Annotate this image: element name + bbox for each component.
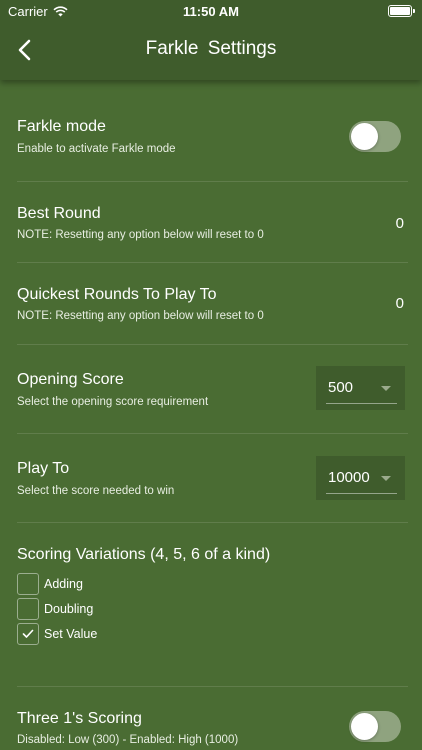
- opening-score-selected: 500: [328, 379, 354, 396]
- best-round-value: 0: [395, 215, 404, 232]
- checkbox-box: [17, 598, 39, 620]
- quickest-rounds-row: Quickest Rounds To Play To NOTE: Resetti…: [17, 263, 408, 345]
- three-ones-subtitle: Disabled: Low (300) - Enabled: High (100…: [17, 734, 239, 746]
- opening-score-title: Opening Score: [17, 371, 124, 388]
- best-round-title: Best Round: [17, 205, 101, 222]
- three-ones-title: Three 1's Scoring: [17, 710, 142, 727]
- scoring-variations-row: Scoring Variations (4, 5, 6 of a kind) A…: [17, 523, 408, 687]
- best-round-subtitle: NOTE: Resetting any option below will re…: [17, 229, 264, 241]
- checkbox-box: [17, 623, 39, 645]
- opening-score-subtitle: Select the opening score requirement: [17, 396, 209, 408]
- app-header: Carrier 11:50 AM Farkle Settings: [0, 0, 422, 80]
- farkle-mode-subtitle: Enable to activate Farkle mode: [17, 143, 176, 155]
- farkle-mode-row: Farkle mode Enable to activate Farkle mo…: [17, 80, 408, 182]
- quickest-rounds-value: 0: [395, 295, 404, 312]
- play-to-subtitle: Select the score needed to win: [17, 485, 175, 497]
- play-to-selected: 10000: [328, 469, 370, 486]
- checkbox-box: [17, 573, 39, 595]
- nav-bar: Farkle Settings: [0, 22, 422, 78]
- battery-icon: [388, 5, 415, 17]
- scoring-variations-title: Scoring Variations (4, 5, 6 of a kind): [17, 546, 271, 563]
- farkle-mode-toggle[interactable]: [349, 121, 401, 152]
- play-to-title: Play To: [17, 460, 70, 477]
- quickest-rounds-subtitle: NOTE: Resetting any option below will re…: [17, 310, 264, 322]
- checkbox-set-value-label: Set Value: [44, 627, 98, 641]
- three-ones-toggle[interactable]: [349, 711, 401, 742]
- checkbox-adding-label: Adding: [44, 577, 83, 591]
- status-bar: Carrier 11:50 AM: [0, 0, 422, 22]
- toggle-knob: [351, 713, 378, 740]
- three-ones-row: Three 1's Scoring Disabled: Low (300) - …: [17, 687, 408, 750]
- play-to-select[interactable]: 10000: [316, 456, 405, 500]
- checkmark-icon: [22, 629, 34, 638]
- status-time: 11:50 AM: [183, 4, 239, 19]
- opening-score-select[interactable]: 500: [316, 366, 405, 410]
- checkbox-doubling[interactable]: Doubling: [17, 598, 93, 620]
- page-title: Farkle Settings: [145, 38, 277, 59]
- checkbox-set-value[interactable]: Set Value: [17, 623, 97, 645]
- checkbox-adding[interactable]: Adding: [17, 573, 83, 595]
- checkbox-doubling-label: Doubling: [44, 602, 94, 616]
- settings-list: Farkle mode Enable to activate Farkle mo…: [0, 80, 422, 750]
- opening-score-row: Opening Score Select the opening score r…: [17, 345, 408, 434]
- farkle-mode-title: Farkle mode: [17, 118, 106, 135]
- caret-down-icon: [381, 386, 391, 391]
- caret-down-icon: [381, 476, 391, 481]
- quickest-rounds-title: Quickest Rounds To Play To: [17, 286, 217, 303]
- play-to-row: Play To Select the score needed to win 1…: [17, 434, 408, 523]
- toggle-knob: [351, 123, 378, 150]
- best-round-row: Best Round NOTE: Resetting any option be…: [17, 182, 408, 263]
